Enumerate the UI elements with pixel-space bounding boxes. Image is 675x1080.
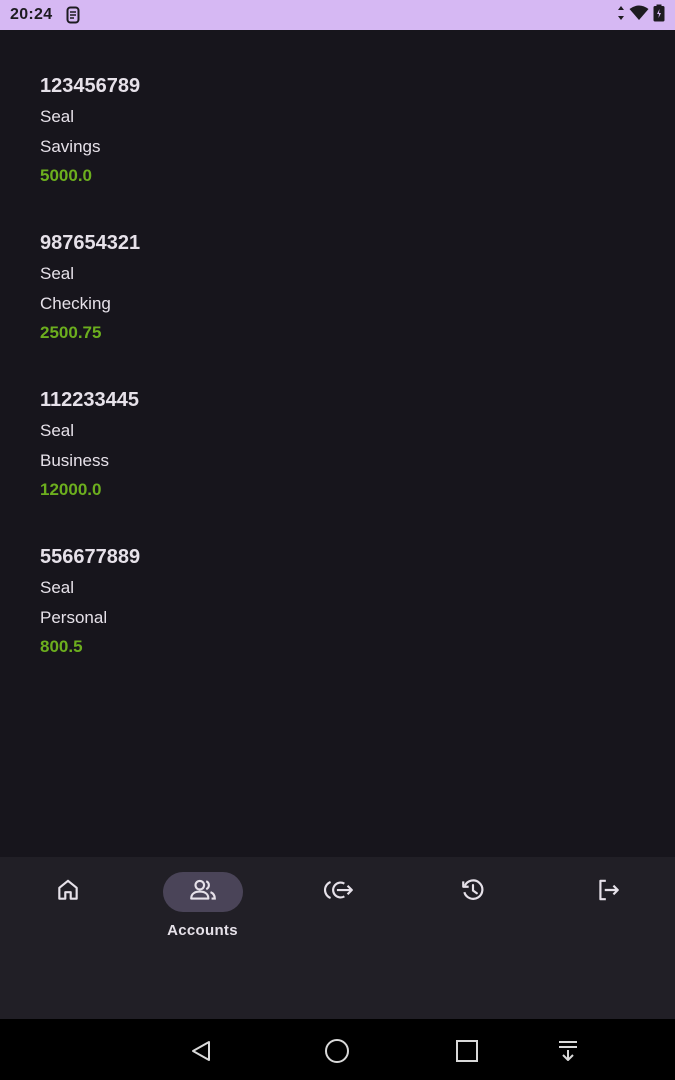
nav-logout-pill[interactable] [568,872,648,912]
recents-icon[interactable] [453,1037,481,1065]
bottom-navigation: Accounts [0,857,675,1019]
nav-history-pill[interactable] [433,872,513,912]
account-balance: 800.5 [40,637,83,656]
sim-icon [66,6,80,24]
account-card[interactable]: 987654321 Seal Checking 2500.75 [40,231,440,371]
account-owner: Seal [40,578,75,597]
account-card[interactable]: 556677889 Seal Personal 800.5 [40,545,440,685]
nav-home[interactable] [0,872,135,962]
back-icon[interactable] [187,1037,215,1065]
account-balance: 12000.0 [40,480,102,499]
system-navigation-bar [0,1019,675,1080]
home-icon [55,877,81,908]
account-owner: Seal [40,421,75,440]
history-icon [460,877,486,908]
account-type: Personal [40,608,108,627]
account-number: 112233445 [40,389,140,411]
nav-accounts-label: Accounts [167,922,238,939]
account-owner: Seal [40,264,75,283]
nav-home-pill[interactable] [28,872,108,912]
account-balance: 5000.0 [40,166,92,185]
account-balance: 2500.75 [40,323,102,342]
notifications-pull-icon[interactable] [554,1037,582,1065]
account-type: Business [40,451,109,470]
account-number: 556677889 [40,546,141,568]
status-time: 20:24 [10,6,53,23]
battery-icon [653,4,665,27]
nav-logout[interactable] [540,872,675,962]
account-card[interactable]: 112233445 Seal Business 12000.0 [40,388,440,528]
data-arrows-icon [617,5,625,26]
account-number: 987654321 [40,232,141,254]
nav-accounts[interactable]: Accounts [135,872,270,962]
nav-transfer[interactable] [270,872,405,962]
accounts-list: 123456789 Seal Savings 5000.0 987654321 … [0,30,675,857]
account-number: 123456789 [40,75,141,97]
wifi-icon [629,5,649,26]
nav-accounts-pill[interactable] [162,872,243,912]
account-type: Savings [40,137,101,156]
accounts-icon [188,877,218,908]
home-circle-icon[interactable] [323,1037,351,1065]
nav-transfer-pill[interactable] [298,872,378,912]
account-owner: Seal [40,107,75,126]
status-bar: 20:24 [0,0,675,30]
logout-icon [595,877,621,908]
account-card[interactable]: 123456789 Seal Savings 5000.0 [40,74,440,214]
nav-history[interactable] [405,872,540,962]
transfer-icon [321,877,355,908]
account-type: Checking [40,294,111,313]
